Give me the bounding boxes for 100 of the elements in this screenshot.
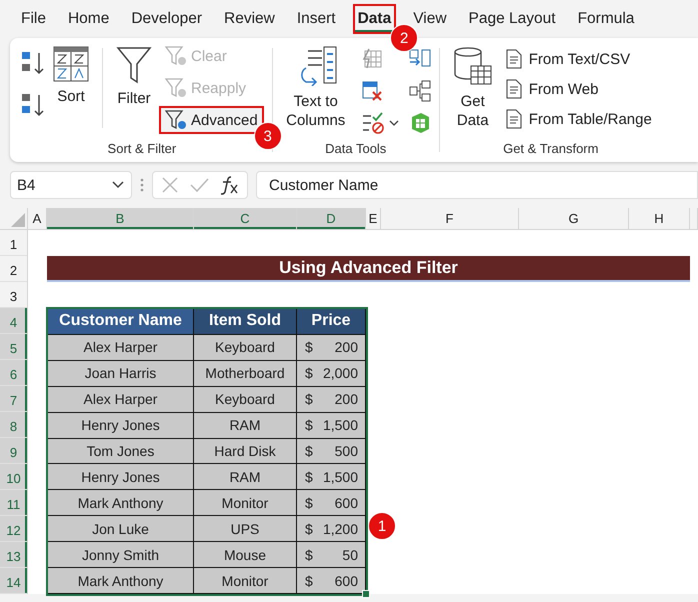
menu-tab[interactable]: Page Layout [464, 4, 561, 34]
caret-icon[interactable] [388, 119, 399, 127]
table-cell: Mark Anthony [48, 568, 194, 594]
table-cell: Mark Anthony [48, 490, 194, 516]
currency-symbol: $ [305, 442, 313, 459]
table-cell: Keyboard [194, 334, 297, 361]
remove-duplicates-icon[interactable] [360, 80, 383, 102]
price-value: 1,500 [322, 468, 358, 485]
row-header[interactable]: 14 [0, 568, 27, 594]
group-label: Get & Transform [502, 141, 600, 158]
column-header[interactable]: B [47, 208, 194, 229]
row-header[interactable]: 4 [0, 308, 27, 334]
fill-handle[interactable] [362, 590, 370, 598]
table-cell: Hard Disk [194, 438, 297, 464]
currency-symbol: $ [305, 339, 313, 356]
menu-tab[interactable]: Home [62, 4, 114, 34]
column-header[interactable]: E [366, 208, 381, 229]
funnel-icon [116, 46, 152, 84]
table-cell: Motherboard [194, 360, 297, 387]
column-header[interactable]: H [629, 208, 690, 229]
more-options-icon[interactable] [140, 178, 144, 192]
table-cell: Monitor [194, 490, 297, 516]
price-value: 2,000 [322, 365, 358, 382]
currency-symbol: $ [305, 546, 313, 563]
row-header[interactable]: 10 [0, 464, 27, 490]
menu-tab[interactable]: Formula [572, 4, 640, 34]
database-table-icon [452, 46, 493, 86]
column-header[interactable]: G [519, 208, 629, 229]
table-cell: RAM [194, 412, 297, 439]
currency-symbol: $ [305, 494, 313, 511]
table-cell: Henry Jones [48, 464, 194, 490]
currency-symbol: $ [305, 520, 313, 537]
row-header[interactable]: 9 [0, 438, 27, 464]
row-header[interactable]: 2 [0, 256, 27, 282]
row-header[interactable]: 6 [0, 360, 27, 386]
menu-tab[interactable]: Data [352, 4, 396, 34]
row-header[interactable]: 12 [0, 516, 27, 542]
price-value: 1,500 [322, 417, 358, 434]
price-value: 200 [334, 391, 358, 408]
row-header[interactable]: 11 [0, 490, 27, 516]
menu-tab[interactable]: Insert [292, 4, 341, 34]
get-data-button[interactable]: Get Data [448, 42, 498, 134]
column-header[interactable]: D [297, 208, 366, 229]
row-header[interactable]: 7 [0, 386, 27, 412]
sheet-title: Using Advanced Filter [47, 256, 690, 282]
relationships-icon[interactable] [408, 80, 431, 102]
currency-symbol: $ [305, 572, 313, 589]
data-source-button[interactable]: From Table/Range [502, 106, 654, 132]
table-cell: Alex Harper [48, 334, 194, 361]
step-badge: 2 [390, 24, 418, 52]
table-cell: Mouse [194, 542, 297, 568]
price-value: 50 [342, 546, 358, 563]
table-cell: Monitor [194, 568, 297, 594]
menu-tab[interactable]: Review [219, 4, 280, 34]
table-cell: UPS [194, 516, 297, 542]
funnel-icon [165, 110, 187, 130]
table-cell: Henry Jones [48, 412, 194, 439]
row-header[interactable]: 13 [0, 542, 27, 568]
table-cell: RAM [194, 464, 297, 490]
currency-symbol: $ [305, 417, 313, 434]
price-value: 1,200 [322, 520, 358, 537]
column-header[interactable]: C [194, 208, 297, 229]
filter-button[interactable]: Filter [113, 42, 155, 111]
name-box[interactable]: B4 [10, 171, 132, 199]
sort-icon [53, 46, 89, 82]
table-cell: Alex Harper [48, 386, 194, 413]
table-cell: Jonny Smith [48, 542, 194, 568]
step-badge: 1 [368, 512, 396, 540]
row-header[interactable]: 5 [0, 334, 27, 360]
table-cell: Keyboard [194, 386, 297, 413]
price-value: 200 [334, 339, 358, 356]
data-validation-icon[interactable] [360, 112, 385, 134]
sort-button[interactable]: Sort [50, 42, 92, 109]
table-cell: Tom Jones [48, 438, 194, 464]
formula-input[interactable]: Customer Name [256, 171, 698, 199]
table-cell: Jon Luke [48, 516, 194, 542]
table-cell: Joan Harris [48, 360, 194, 387]
currency-symbol: $ [305, 391, 313, 408]
funnel-icon [165, 78, 187, 98]
data-source-button[interactable]: From Web [502, 76, 654, 102]
filter-command[interactable]: Advanced [159, 106, 264, 134]
menu-tab[interactable]: File [16, 4, 51, 34]
column-heading: Customer Name [48, 309, 194, 335]
currency-symbol: $ [305, 468, 313, 485]
price-value: 600 [334, 572, 358, 589]
data-source-button[interactable]: From Text/CSV [502, 46, 654, 72]
flash-fill-icon[interactable] [360, 48, 383, 70]
document-icon [504, 49, 524, 69]
group-label: Data Tools [324, 141, 388, 158]
currency-symbol: $ [305, 365, 313, 382]
triangle-icon [11, 213, 25, 227]
row-header[interactable]: 8 [0, 412, 27, 438]
menu-tab[interactable]: Developer [126, 4, 207, 34]
funnel-icon [165, 46, 187, 66]
column-heading: Price [297, 309, 366, 335]
price-value: 500 [334, 442, 358, 459]
column-header[interactable]: F [381, 208, 519, 229]
text-to-columns-button[interactable]: Text to Columns [280, 42, 351, 134]
insert-function-icon[interactable] [219, 175, 239, 195]
row-header[interactable]: 1 [0, 230, 27, 256]
